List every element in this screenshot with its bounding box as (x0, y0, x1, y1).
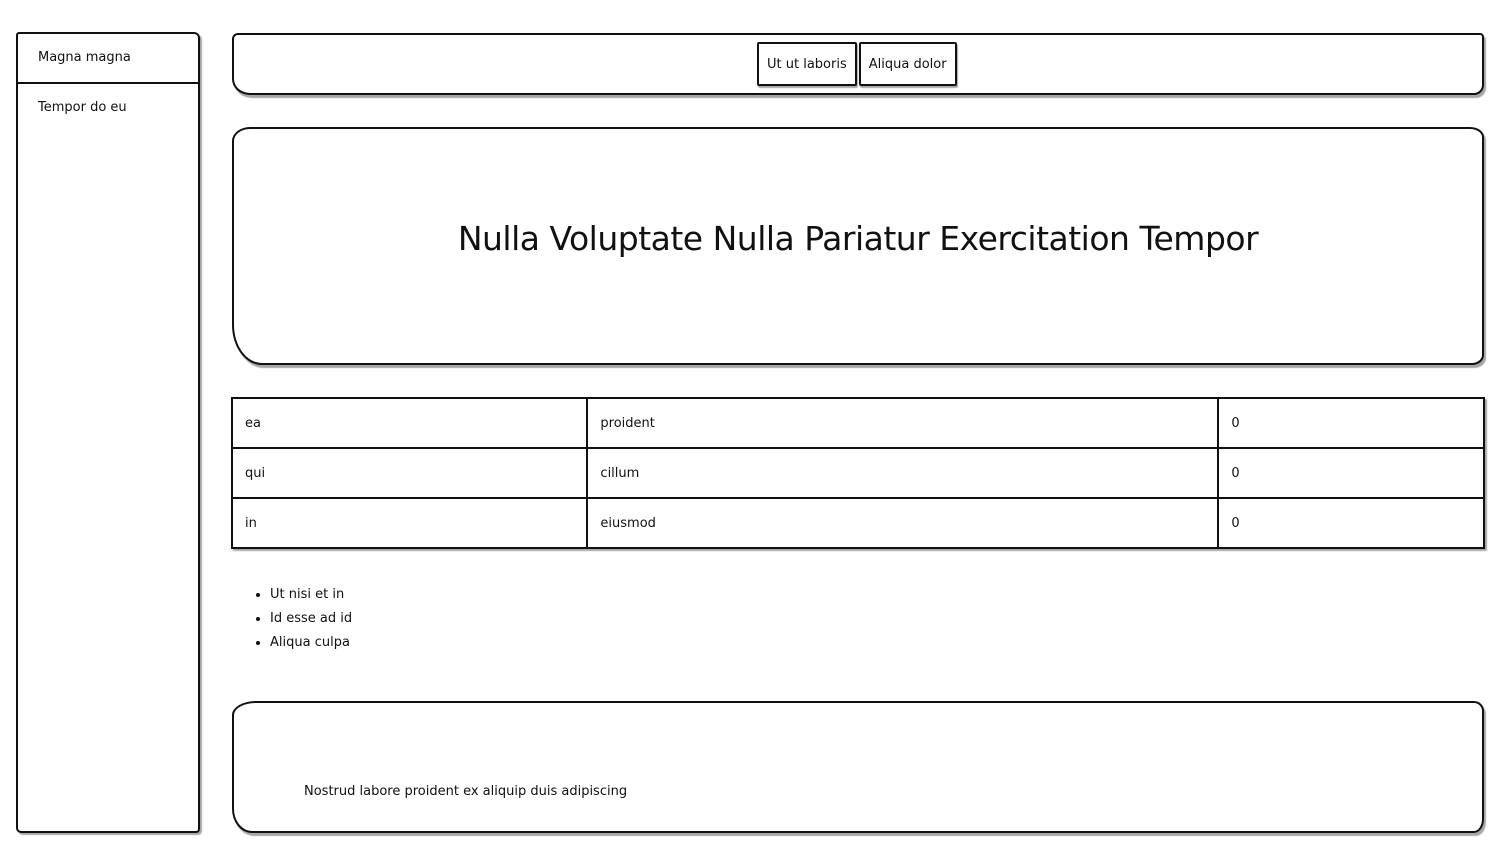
table-cell: proident (586, 397, 1220, 449)
table-cell: 0 (1217, 397, 1485, 449)
top-nav-buttons: Ut ut laboris Aliqua dolor (757, 42, 957, 86)
table-cell: 0 (1217, 497, 1485, 549)
sidebar-item-magna-magna[interactable]: Magna magna (18, 34, 198, 84)
sidebar-item-label: Tempor do eu (38, 100, 127, 115)
bullet-list: Ut nisi et in Id esse ad id Aliqua culpa (250, 583, 352, 655)
list-item: Aliqua culpa (270, 631, 352, 655)
footer-text: Nostrud labore proident ex aliquip duis … (304, 784, 628, 799)
data-table: ea proident 0 qui cillum 0 in eiusmod 0 (230, 397, 1485, 549)
table-row: ea proident 0 (230, 397, 1485, 449)
aliqua-dolor-button[interactable]: Aliqua dolor (858, 42, 957, 86)
table-cell: eiusmod (586, 497, 1220, 549)
ut-ut-laboris-button[interactable]: Ut ut laboris (757, 42, 857, 86)
list-item: Id esse ad id (270, 607, 352, 631)
hero-panel: Nulla Voluptate Nulla Pariatur Exercitat… (232, 127, 1484, 365)
table-cell: in (230, 497, 589, 549)
table-cell: 0 (1217, 447, 1485, 499)
table-cell: cillum (586, 447, 1220, 499)
sidebar-item-tempor-do-eu[interactable]: Tempor do eu (18, 84, 198, 134)
table-cell: qui (230, 447, 589, 499)
table-row: qui cillum 0 (230, 447, 1485, 499)
table-cell: ea (230, 397, 589, 449)
list-item: Ut nisi et in (270, 583, 352, 607)
table-row: in eiusmod 0 (230, 497, 1485, 549)
sidebar: Magna magna Tempor do eu (16, 32, 200, 833)
sidebar-item-label: Magna magna (38, 50, 131, 65)
footer-panel: Nostrud labore proident ex aliquip duis … (232, 701, 1484, 833)
page-title: Nulla Voluptate Nulla Pariatur Exercitat… (457, 218, 1259, 258)
